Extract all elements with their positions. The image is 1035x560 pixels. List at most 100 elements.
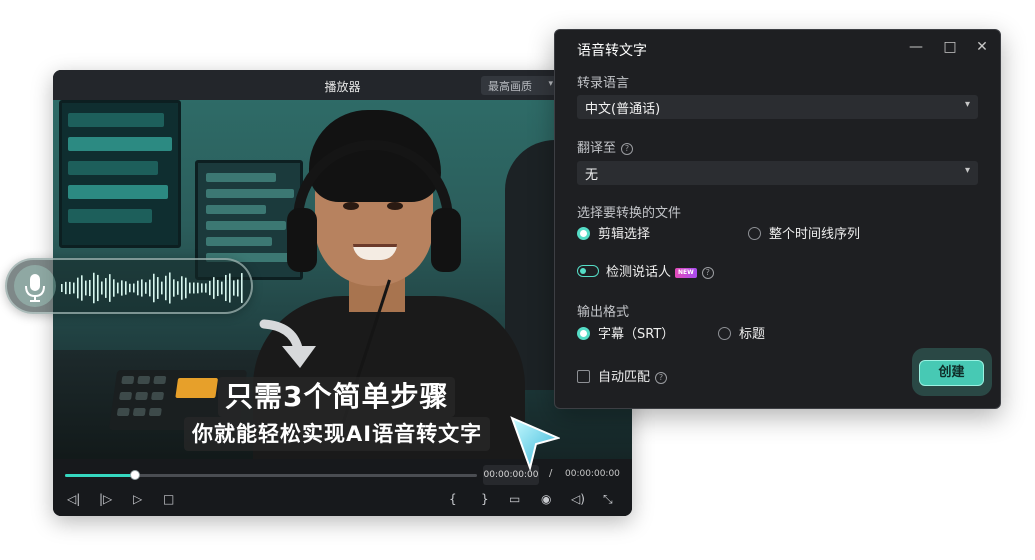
detect-speaker-label: 检测说话人 [606,265,672,280]
waveform-bar [121,280,123,296]
waveform-bar [101,281,103,295]
waveform-bar [77,277,79,299]
seek-progress [65,474,136,477]
microphone-icon [14,265,56,307]
display-icon[interactable]: ▭ [509,492,520,506]
waveform-bar [169,272,171,304]
radio-srt-subtitles[interactable]: 字幕（SRT） [577,323,674,342]
chevron-down-icon: ▾ [548,79,553,89]
auto-match-label: 自动匹配 [598,370,651,385]
previous-frame-icon[interactable]: ◁| [67,492,80,506]
radio-title[interactable]: 标题 [718,323,765,342]
waveform-bar [73,282,75,294]
curved-arrow-icon [259,319,316,368]
translate-to-label: 翻译至? [577,137,634,156]
seek-handle[interactable] [130,470,141,480]
audio-waveform-icon [61,272,243,304]
auto-match-checkbox[interactable]: 自动匹配? [577,366,668,385]
radio-unselected-icon [748,227,761,240]
help-icon[interactable]: ? [621,143,634,155]
caption-line-1: 只需3个简单步骤 [218,377,456,417]
waveform-bar [189,282,191,294]
waveform-bar [129,283,131,293]
translate-to-select[interactable]: 无 ▾ [577,161,978,185]
output-format-label: 输出格式 [577,305,630,320]
background-monitor-left [59,100,181,248]
waveform-bar [85,280,87,296]
waveform-bar [109,274,111,302]
dialog-title: 语音转文字 [577,43,647,59]
quality-value: 最高画质 [488,80,532,93]
cursor-arrow-icon [510,416,560,472]
snapshot-icon[interactable]: ◉ [541,492,551,506]
radio-title-label: 标题 [739,327,766,342]
voice-waveform-pill [5,258,253,314]
help-icon[interactable]: ? [655,372,668,384]
volume-icon[interactable]: ◁) [571,492,585,506]
create-button[interactable]: 创建 [919,360,984,386]
waveform-bar [149,279,151,297]
waveform-bar [181,276,183,300]
waveform-bar [225,274,227,302]
waveform-bar [153,273,155,303]
waveform-bar [185,277,187,299]
transcribe-language-label: 转录语言 [577,76,630,91]
radio-selected-icon [577,227,590,240]
close-icon[interactable]: ✕ [975,40,989,54]
waveform-bar [93,272,95,304]
file-select-label: 选择要转换的文件 [577,206,682,221]
waveform-bar [117,282,119,294]
player-header: 播放器 最高画质 ▾ [53,70,632,100]
waveform-bar [141,279,143,297]
waveform-bar [61,284,63,292]
waveform-bar [137,280,139,296]
new-badge: NEW [675,268,697,278]
waveform-bar [89,279,91,297]
mark-out-icon[interactable]: } [481,492,489,506]
waveform-bar [161,281,163,295]
translate-to-text: 翻译至 [577,141,617,156]
help-icon[interactable]: ? [701,267,714,279]
waveform-bar [241,273,243,303]
chevron-down-icon: ▾ [964,99,970,110]
detect-speaker-toggle[interactable]: 检测说话人 NEW? [577,261,714,280]
transcribe-language-value: 中文(普通话) [585,102,661,117]
radio-clip-selection-label: 剪辑选择 [598,227,651,242]
fullscreen-icon[interactable]: ⤡ [603,492,613,506]
waveform-bar [65,281,67,295]
radio-whole-timeline[interactable]: 整个时间线序列 [748,223,860,242]
translate-to-value: 无 [585,168,599,183]
waveform-bar [157,277,159,299]
waveform-bar [81,275,83,301]
minimize-icon[interactable]: — [909,40,923,54]
play-icon[interactable]: ▷ [133,492,142,506]
waveform-bar [205,283,207,293]
waveform-bar [197,282,199,294]
waveform-bar [133,283,135,293]
waveform-bar [105,278,107,298]
total-time: 00:00:00:00 [565,469,620,479]
waveform-bar [229,273,231,303]
maximize-icon[interactable]: □ [943,40,957,54]
checkbox-icon [577,370,590,383]
toggle-switch-icon [577,265,599,277]
radio-selected-icon [577,327,590,340]
waveform-bar [221,281,223,295]
radio-whole-timeline-label: 整个时间线序列 [769,227,861,242]
next-frame-icon[interactable]: |▷ [99,492,112,506]
seek-bar[interactable] [65,470,477,480]
radio-srt-label: 字幕（SRT） [598,327,675,342]
waveform-bar [125,281,127,295]
radio-clip-selection[interactable]: 剪辑选择 [577,223,650,242]
quality-dropdown[interactable]: 最高画质 ▾ [481,76,559,95]
waveform-bar [233,280,235,296]
transcribe-language-select[interactable]: 中文(普通话) ▾ [577,95,978,119]
stop-icon[interactable]: □ [163,492,174,506]
radio-unselected-icon [718,327,731,340]
waveform-bar [113,279,115,297]
speech-to-text-dialog: 语音转文字 — □ ✕ 转录语言 中文(普通话) ▾ 翻译至? 无 ▾ 选择要转… [554,29,1001,409]
waveform-bar [209,280,211,296]
waveform-bar [193,282,195,294]
mark-in-icon[interactable]: { [449,492,457,506]
waveform-bar [213,277,215,299]
